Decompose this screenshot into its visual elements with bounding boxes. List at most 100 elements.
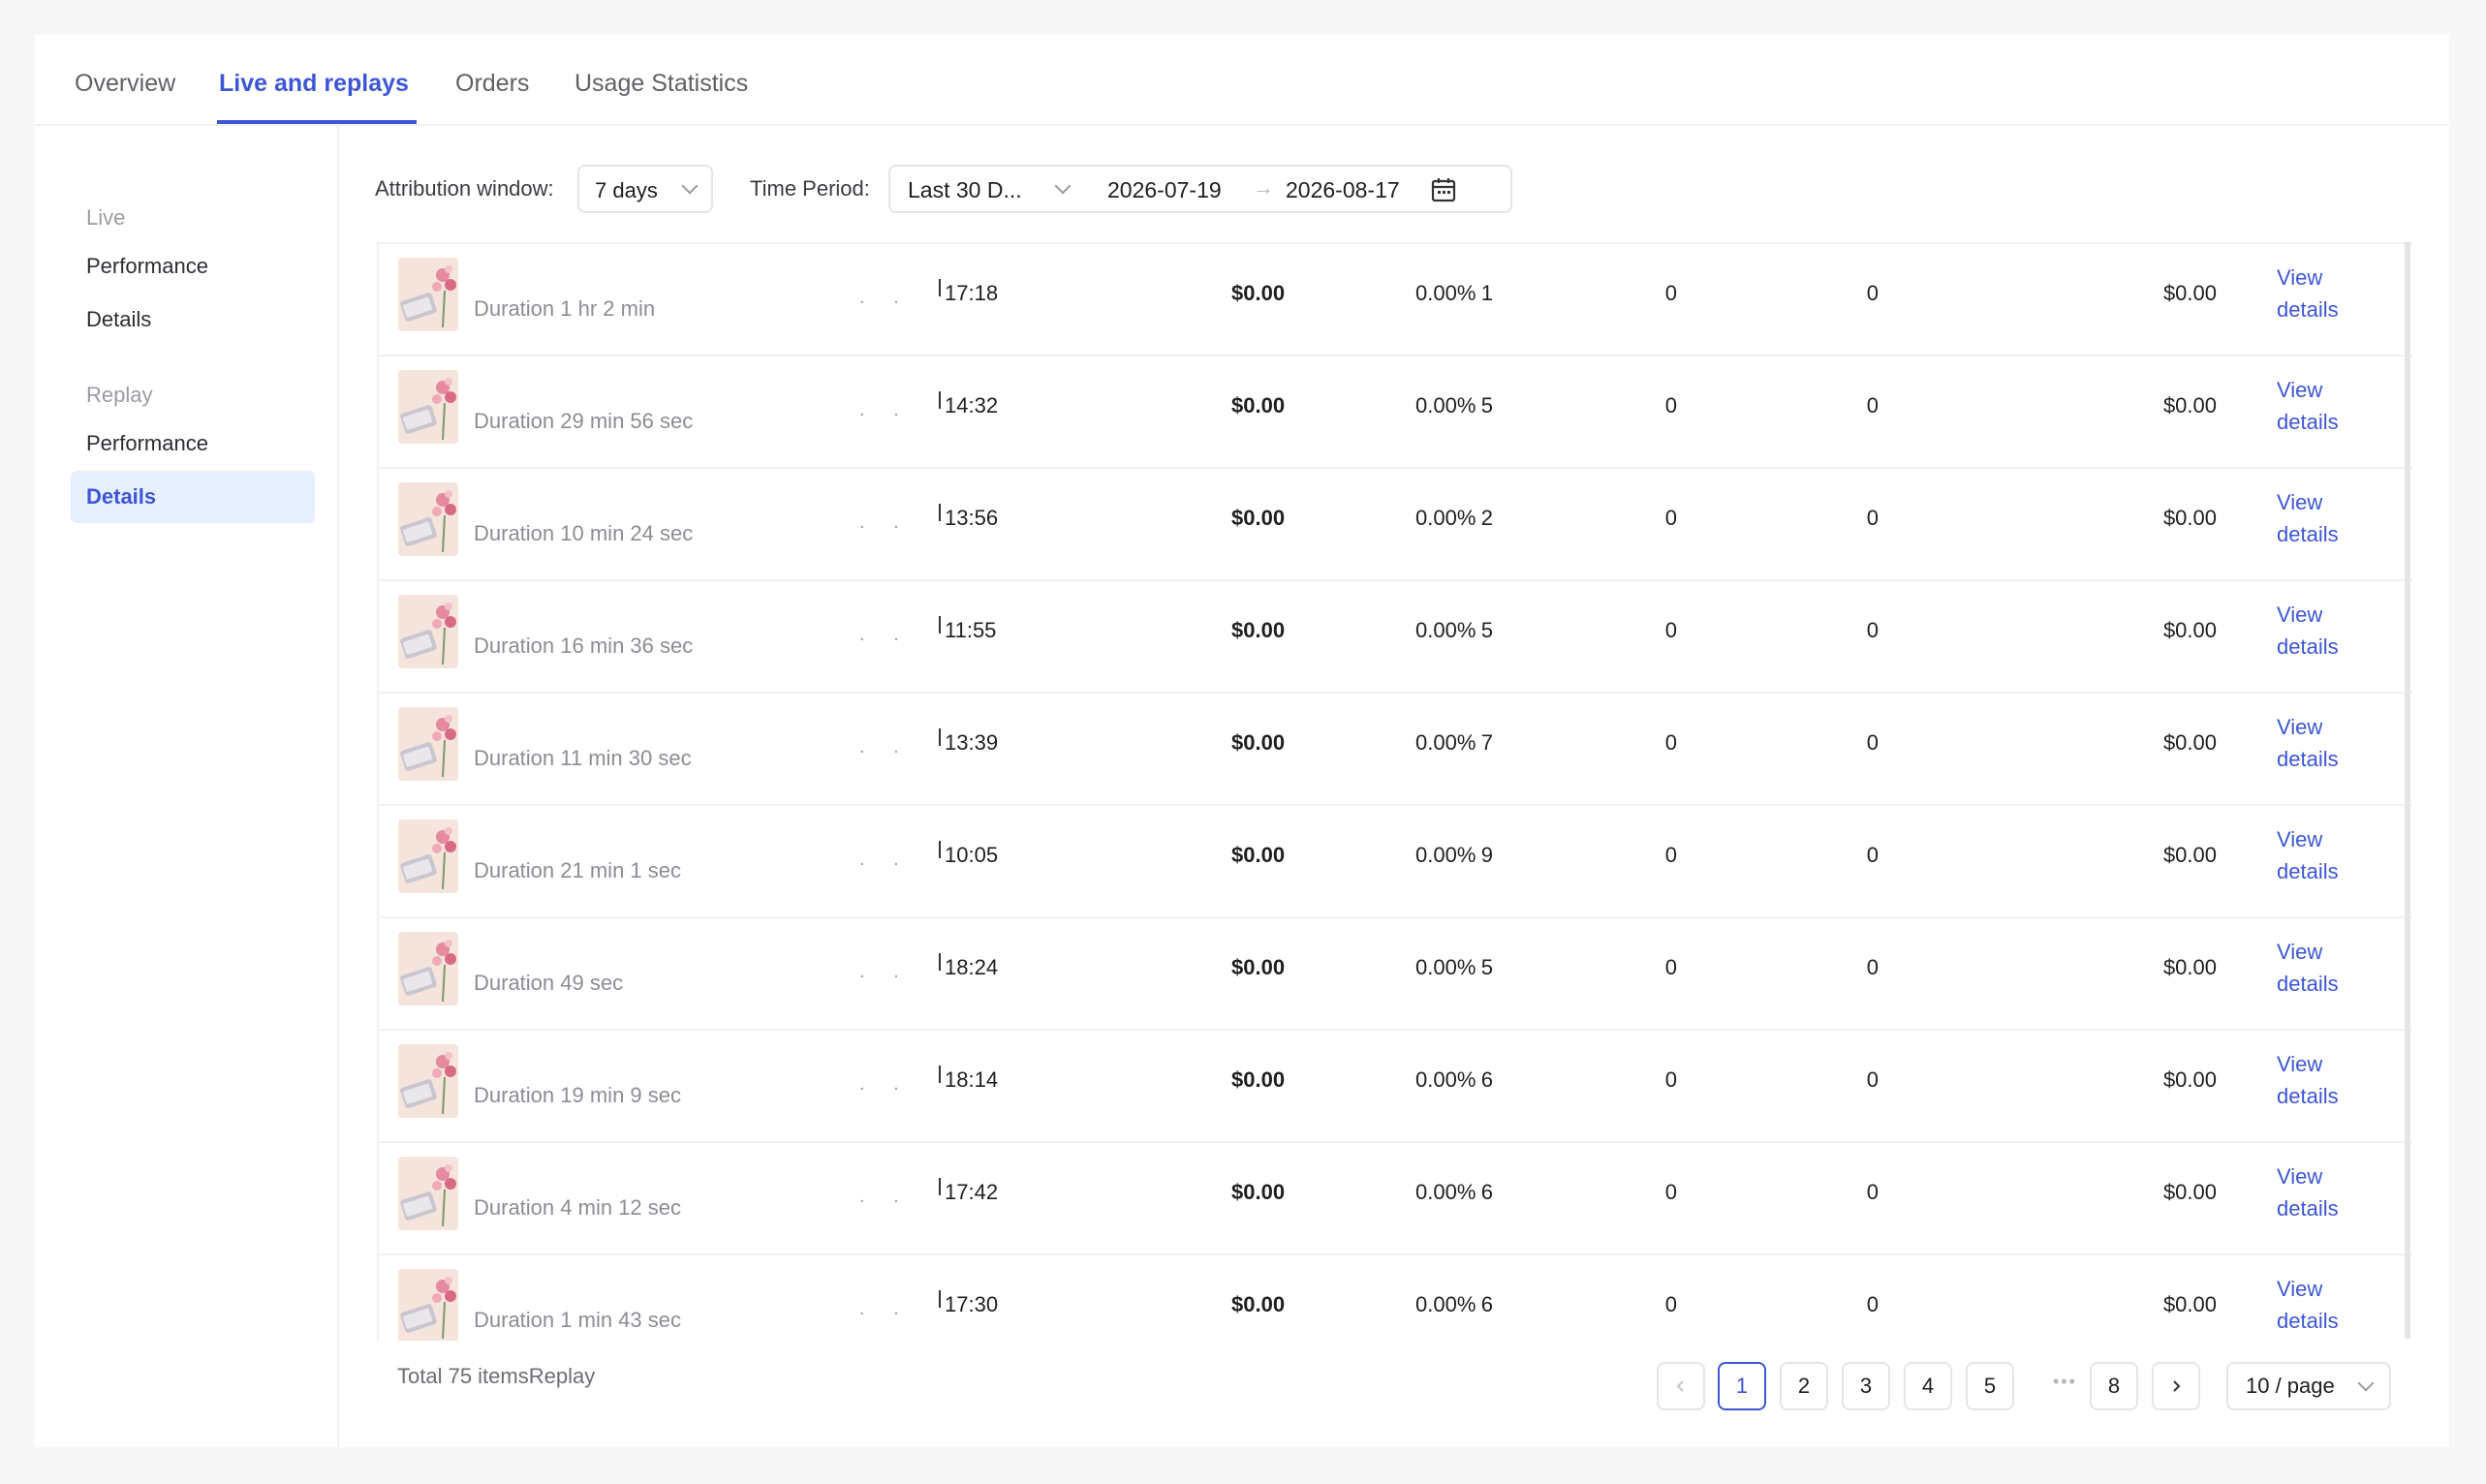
amount-value: $0.00: [2162, 955, 2217, 979]
gmv-value: $0.00: [1231, 1180, 1286, 1204]
replay-thumbnail: [398, 1157, 458, 1230]
amount-value: $0.00: [2162, 618, 2217, 642]
view-details-link[interactable]: View details: [2277, 262, 2354, 325]
replay-duration: Duration 4 min 12 sec: [474, 1195, 681, 1220]
top-tabs: Overview Live and replays Orders Usage S…: [35, 35, 2449, 126]
table-row[interactable]: Duration 1 min 43 sec . . 17:30 $0.00 0.00% 6…: [379, 1255, 2412, 1341]
end-date[interactable]: 2026-08-17: [1286, 177, 1400, 203]
view-details-link[interactable]: View details: [2277, 711, 2354, 775]
page-size-value: 10 / page: [2246, 1374, 2335, 1398]
table-row[interactable]: Duration 16 min 36 sec . . 11:55 $0.00 0.00%…: [379, 581, 2412, 694]
view-details-link[interactable]: View details: [2277, 374, 2354, 438]
metric-value: 0: [1664, 281, 1677, 305]
metric-value: 0: [1866, 730, 1879, 755]
next-page-button[interactable]: [2152, 1362, 2200, 1410]
metric-value: 0: [1866, 506, 1879, 530]
metric-value: 0: [1664, 1067, 1677, 1092]
start-time: 17:42: [945, 1180, 999, 1204]
calendar-icon[interactable]: [1430, 176, 1457, 203]
gmv-value: $0.00: [1231, 393, 1286, 417]
view-details-link[interactable]: View details: [2277, 1273, 2354, 1337]
tab-orders[interactable]: Orders: [455, 70, 529, 98]
replay-duration: Duration 11 min 30 sec: [474, 746, 692, 770]
metric-value: 0: [1866, 955, 1879, 979]
sidebar-item-live-performance[interactable]: Performance: [71, 240, 315, 293]
replay-duration: Duration 19 min 9 sec: [474, 1083, 681, 1107]
time-period-picker[interactable]: Last 30 D... 2026-07-19 → 2026-08-17: [888, 165, 1512, 213]
tab-live-and-replays[interactable]: Live and replays: [219, 70, 409, 98]
truncated-text: . .: [859, 624, 911, 645]
conversion-rate: 0.00%: [1415, 393, 1476, 417]
amount-value: $0.00: [2162, 281, 2217, 305]
table-row[interactable]: Duration 21 min 1 sec . . 10:05 $0.00 0.00% 9…: [379, 806, 2412, 918]
page-5-button[interactable]: 5: [1966, 1362, 2014, 1410]
truncation-edge: [939, 1066, 941, 1083]
conversion-rate: 0.00%: [1415, 618, 1476, 642]
gmv-value: $0.00: [1231, 281, 1286, 305]
table-scrollbar[interactable]: [2405, 242, 2410, 1339]
replay-duration: Duration 49 sec: [474, 971, 624, 995]
metric-value: 9: [1480, 843, 1493, 867]
view-details-link[interactable]: View details: [2277, 1160, 2354, 1224]
page-8-button[interactable]: 8: [2090, 1362, 2138, 1410]
start-date[interactable]: 2026-07-19: [1107, 177, 1222, 203]
replay-thumbnail: [398, 370, 458, 444]
metric-value: 0: [1664, 955, 1677, 979]
metric-value: 0: [1664, 1292, 1677, 1316]
gmv-value: $0.00: [1231, 730, 1286, 755]
truncation-edge: [939, 279, 941, 296]
page-4-button[interactable]: 4: [1904, 1362, 1952, 1410]
page-1-button[interactable]: 1: [1718, 1362, 1766, 1410]
conversion-rate: 0.00%: [1415, 1292, 1476, 1316]
table-row[interactable]: Duration 19 min 9 sec . . 18:14 $0.00 0.00% 6…: [379, 1031, 2412, 1143]
start-time: 11:55: [945, 618, 997, 642]
sidebar-group-replay: Replay: [86, 383, 153, 407]
truncated-text: . .: [859, 1298, 911, 1319]
tab-usage-statistics[interactable]: Usage Statistics: [575, 70, 748, 98]
truncated-text: . .: [859, 399, 911, 420]
table-row[interactable]: Duration 29 min 56 sec . . 14:32 $0.00 0.00%…: [379, 356, 2412, 469]
pagination-ellipsis[interactable]: •••: [2053, 1372, 2077, 1392]
page-2-button[interactable]: 2: [1780, 1362, 1828, 1410]
view-details-link[interactable]: View details: [2277, 599, 2354, 663]
table-row[interactable]: Duration 4 min 12 sec . . 17:42 $0.00 0.00% 6…: [379, 1143, 2412, 1255]
metric-value: 0: [1866, 1067, 1879, 1092]
conversion-rate: 0.00%: [1415, 955, 1476, 979]
attribution-window-select[interactable]: 7 days: [577, 165, 713, 213]
truncation-edge: [939, 1178, 941, 1195]
prev-page-button[interactable]: [1657, 1362, 1705, 1410]
time-period-label: Time Period:: [750, 176, 870, 201]
page-3-button[interactable]: 3: [1842, 1362, 1890, 1410]
replay-thumbnail: [398, 819, 458, 893]
amount-value: $0.00: [2162, 1067, 2217, 1092]
amount-value: $0.00: [2162, 393, 2217, 417]
view-details-link[interactable]: View details: [2277, 823, 2354, 887]
table-row[interactable]: Duration 10 min 24 sec . . 13:56 $0.00 0.00%…: [379, 469, 2412, 581]
metric-value: 6: [1480, 1292, 1493, 1316]
replay-details-table[interactable]: Duration 1 hr 2 min. . 17:18 $0.00 0.00% 1 0 0…: [377, 242, 2412, 1341]
table-row[interactable]: Duration 11 min 30 sec . . 13:39 $0.00 0.00%…: [379, 694, 2412, 806]
conversion-rate: 0.00%: [1415, 281, 1476, 305]
sidebar-item-live-details[interactable]: Details: [71, 294, 315, 346]
start-time: 18:14: [945, 1067, 999, 1092]
arrow-right-icon: →: [1253, 175, 1274, 200]
replay-thumbnail: [398, 1044, 458, 1118]
view-details-link[interactable]: View details: [2277, 486, 2354, 550]
view-details-link[interactable]: View details: [2277, 936, 2354, 1000]
metric-value: 7: [1480, 730, 1493, 755]
page-size-select[interactable]: 10 / page: [2226, 1362, 2391, 1410]
table-row[interactable]: Duration 1 hr 2 min . . 17:18 $0.00 0.00% 1 0 0…: [379, 244, 2412, 356]
replay-thumbnail: [398, 707, 458, 781]
tab-overview[interactable]: Overview: [75, 70, 175, 98]
start-time: 13:39: [945, 730, 999, 755]
metric-value: 0: [1866, 393, 1879, 417]
sidebar-item-replay-performance[interactable]: Performance: [71, 417, 315, 470]
start-time: 14:32: [945, 393, 999, 417]
table-row[interactable]: Duration 49 sec . . 18:24 $0.00 0.00% 5 0 0 $0.0…: [379, 918, 2412, 1031]
sidebar-item-replay-details[interactable]: Details: [71, 471, 315, 523]
truncated-text: . .: [859, 511, 911, 533]
replay-duration: Duration 1 min 43 sec: [474, 1308, 681, 1332]
attribution-window-label: Attribution window:: [375, 176, 554, 201]
view-details-link[interactable]: View details: [2277, 1048, 2354, 1112]
metric-value: 1: [1480, 281, 1493, 305]
